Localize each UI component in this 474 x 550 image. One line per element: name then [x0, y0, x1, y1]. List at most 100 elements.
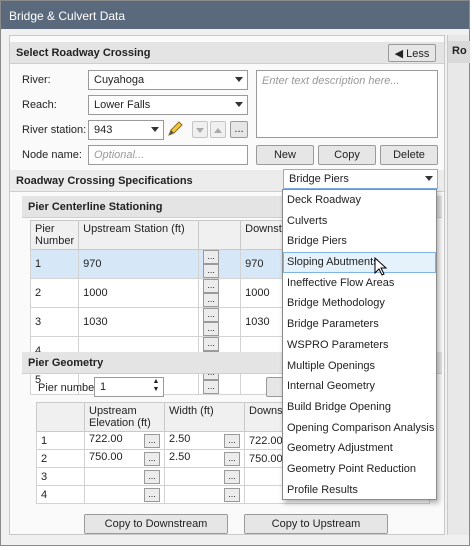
specs-selected-value: Bridge Piers	[289, 173, 349, 185]
copy-to-downstream-button[interactable]: Copy to Downstream	[84, 514, 228, 534]
specs-select[interactable]: Bridge Piers	[283, 169, 438, 189]
col-upstream-elevation: Upstream Elevation (ft)	[84, 402, 165, 432]
ellipsis-button[interactable]: ...	[144, 488, 160, 502]
arrow-down-icon	[196, 128, 204, 133]
ellipsis-button[interactable]: ...	[203, 250, 220, 264]
pier-number-label: Pier number:	[38, 382, 101, 394]
ellipsis-button[interactable]: ...	[203, 264, 220, 278]
ellipsis-button[interactable]: ...	[224, 470, 240, 484]
right-panel-strip: Ro	[447, 35, 470, 535]
row-number-cell: 2	[36, 449, 85, 468]
width-cell[interactable]: ...	[164, 485, 245, 504]
river-station-select[interactable]: 943	[88, 120, 164, 140]
width-cell[interactable]: 2.50 ...	[164, 449, 245, 468]
dropdown-item[interactable]: Deck Roadway	[283, 190, 436, 211]
dropdown-item[interactable]: Internal Geometry	[283, 376, 436, 397]
col-row-number	[36, 402, 85, 432]
elevation-value: 722.00	[89, 433, 123, 445]
col-pier-number: Pier Number	[29, 220, 80, 250]
dropdown-item[interactable]: WSPRO Parameters	[283, 335, 436, 356]
select-crossing-header: Select Roadway Crossing	[10, 42, 444, 64]
node-name-label: Node name:	[22, 149, 82, 161]
row-number-cell: 4	[36, 485, 85, 504]
pier-number-spinner[interactable]: 1 ▲ ▼	[94, 377, 164, 397]
arrow-up-icon	[214, 128, 222, 133]
reach-label: Reach:	[22, 99, 57, 111]
dropdown-item[interactable]: Bridge Methodology	[283, 293, 436, 314]
chevron-down-icon	[425, 176, 433, 181]
pier-number-cell: 2	[29, 278, 80, 308]
width-value: 2.50	[169, 433, 191, 445]
elevation-cell[interactable]: 722.00 ...	[84, 431, 165, 450]
elevation-cell[interactable]: ...	[84, 485, 165, 504]
ellipsis-button[interactable]: ...	[144, 470, 160, 484]
pier-number-cell: 3	[29, 307, 80, 337]
elevation-cell[interactable]: ...	[84, 467, 165, 486]
row-number-cell: 1	[36, 431, 85, 450]
river-value: Cuyahoga	[94, 74, 145, 86]
chevron-down-icon	[151, 127, 159, 132]
ellipsis-button[interactable]: ...	[224, 452, 240, 466]
ellipsis-button[interactable]: ...	[203, 337, 220, 351]
description-textarea[interactable]: Enter text description here...	[256, 70, 438, 138]
upstream-station-cell[interactable]: 970	[78, 249, 200, 279]
reach-value: Lower Falls	[94, 99, 151, 111]
river-select[interactable]: Cuyahoga	[88, 70, 248, 90]
col-upstream-station: Upstream Station (ft)	[78, 220, 200, 250]
mouse-cursor-icon	[374, 257, 388, 276]
window-title: Bridge & Culvert Data	[1, 1, 469, 29]
ellipsis-button[interactable]: ...	[224, 488, 240, 502]
ellipsis-button[interactable]: ...	[144, 434, 160, 448]
new-button[interactable]: New	[256, 145, 314, 165]
dropdown-item-hovered[interactable]: Sloping Abutments	[283, 252, 436, 273]
ellipsis-button[interactable]: ...	[144, 452, 160, 466]
width-cell[interactable]: ...	[164, 467, 245, 486]
elevation-value: 750.00	[89, 451, 123, 463]
chevron-down-icon	[235, 102, 243, 107]
row-number-cell: 3	[36, 467, 85, 486]
pier-number-cell: 1	[29, 249, 80, 279]
upstream-station-cell[interactable]: 1000	[78, 278, 200, 308]
width-cell[interactable]: 2.50 ...	[164, 431, 245, 450]
dropdown-item[interactable]: Ineffective Flow Areas	[283, 273, 436, 294]
delete-button[interactable]: Delete	[380, 145, 438, 165]
pencil-icon[interactable]	[166, 120, 184, 138]
spinner-arrows-icon[interactable]: ▲ ▼	[151, 378, 161, 396]
river-label: River:	[22, 74, 51, 86]
col-width: Width (ft)	[164, 402, 245, 432]
right-panel-tab[interactable]: Ro	[448, 41, 470, 63]
copy-button[interactable]: Copy	[318, 145, 376, 165]
less-button[interactable]: ◀ Less	[388, 44, 436, 62]
chevron-down-icon	[235, 77, 243, 82]
station-down-button[interactable]	[192, 121, 208, 138]
ellipsis-button[interactable]: ...	[203, 308, 220, 322]
ellipsis-button[interactable]: ...	[203, 322, 220, 336]
pier-number-value: 1	[100, 381, 107, 393]
copy-to-upstream-button[interactable]: Copy to Upstream	[244, 514, 388, 534]
elevation-cell[interactable]: 750.00 ...	[84, 449, 165, 468]
dropdown-item[interactable]: Geometry Point Reduction	[283, 459, 436, 480]
dropdown-item[interactable]: Culverts	[283, 211, 436, 232]
dropdown-item[interactable]: Opening Comparison Analysis	[283, 418, 436, 439]
river-station-value: 943	[94, 124, 113, 136]
width-value: 2.50	[169, 451, 191, 463]
station-more-button[interactable]: ...	[230, 121, 248, 138]
river-station-label: River station:	[22, 124, 87, 136]
col-buttons	[198, 220, 242, 250]
station-up-button[interactable]	[210, 121, 226, 138]
ellipsis-button[interactable]: ...	[203, 279, 220, 293]
ellipsis-button[interactable]: ...	[203, 380, 220, 394]
bridge-culvert-window: Bridge & Culvert Data Select Roadway Cro…	[0, 0, 470, 546]
upstream-station-cell[interactable]: 1030	[78, 307, 200, 337]
dropdown-item[interactable]: Geometry Adjustment	[283, 438, 436, 459]
dropdown-item[interactable]: Bridge Parameters	[283, 314, 436, 335]
reach-select[interactable]: Lower Falls	[88, 95, 248, 115]
dropdown-item[interactable]: Profile Results	[283, 480, 436, 501]
dropdown-item[interactable]: Build Bridge Opening	[283, 397, 436, 418]
ellipsis-button[interactable]: ...	[224, 434, 240, 448]
specs-dropdown-list: Deck Roadway Culverts Bridge Piers Slopi…	[282, 189, 437, 500]
dropdown-item[interactable]: Multiple Openings	[283, 356, 436, 377]
node-name-input[interactable]: Optional...	[88, 145, 248, 165]
dropdown-item[interactable]: Bridge Piers	[283, 231, 436, 252]
ellipsis-button[interactable]: ...	[203, 293, 220, 307]
